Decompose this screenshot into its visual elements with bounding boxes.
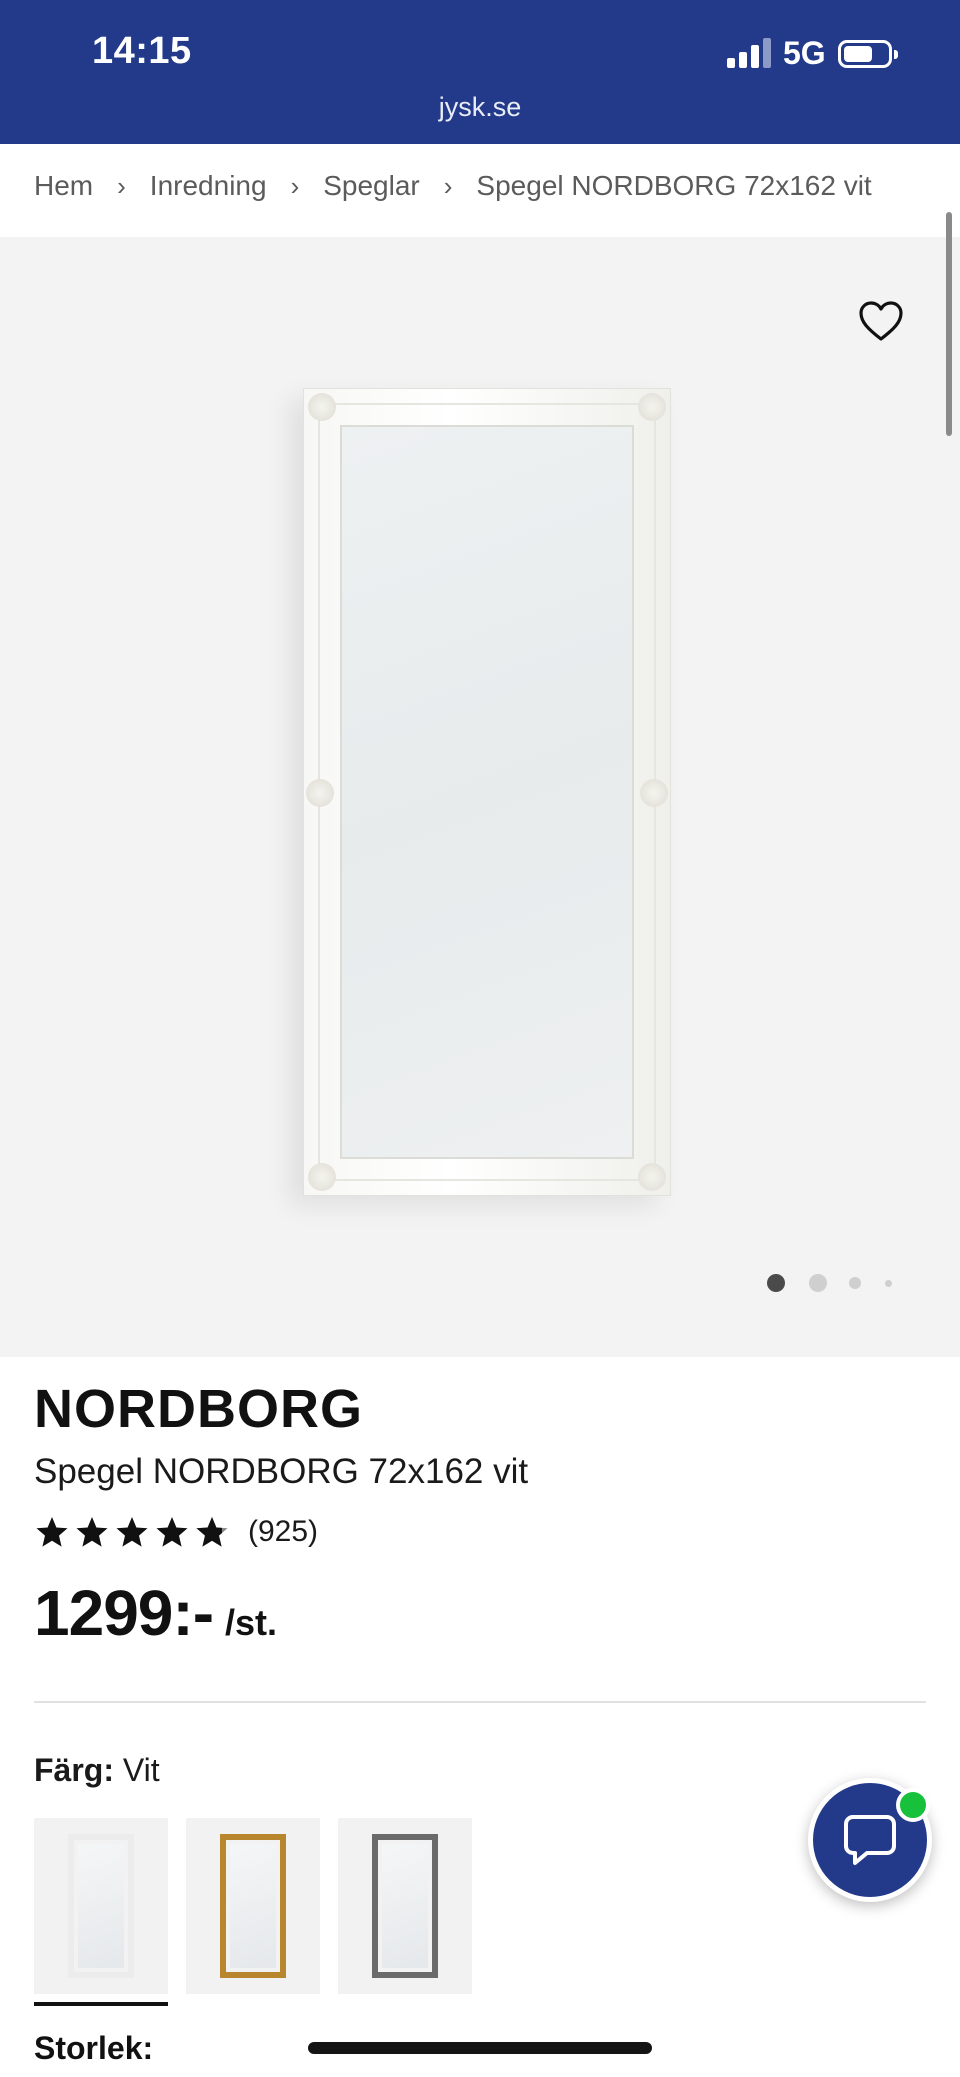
price-unit: /st. xyxy=(225,1602,278,1643)
color-label: Färg: xyxy=(34,1752,114,1788)
pagination-dot[interactable] xyxy=(885,1280,892,1287)
rating-count[interactable]: (925) xyxy=(248,1515,318,1549)
breadcrumb-speglar[interactable]: Speglar xyxy=(323,170,420,202)
product-brand: NORDBORG xyxy=(34,1379,363,1439)
product-price: 1299:- /st. xyxy=(34,1576,277,1650)
color-selector-label: Färg: Vit xyxy=(34,1752,160,1789)
chevron-right-icon: › xyxy=(117,170,126,201)
pagination-dot[interactable] xyxy=(849,1277,861,1289)
chat-bubble-icon xyxy=(844,1815,896,1865)
product-name: Spegel NORDBORG 72x162 vit xyxy=(34,1452,529,1491)
page: 14:15 5G jysk.se Hem › Inredning › Spegl… xyxy=(0,0,960,2077)
online-status-badge xyxy=(896,1788,930,1822)
pagination-dot[interactable] xyxy=(809,1274,827,1292)
size-label: Storlek: xyxy=(34,2030,154,2066)
url-bar[interactable]: jysk.se xyxy=(0,92,960,123)
status-time: 14:15 xyxy=(92,30,192,72)
battery-icon xyxy=(838,40,898,68)
breadcrumb-current: Spegel NORDBORG 72x162 vit xyxy=(476,170,872,201)
color-value: Vit xyxy=(122,1752,160,1788)
star-rating-icon xyxy=(36,1517,228,1547)
status-bar: 14:15 5G jysk.se xyxy=(0,0,960,144)
breadcrumb-inredning[interactable]: Inredning xyxy=(150,170,267,202)
chevron-right-icon: › xyxy=(290,170,300,201)
breadcrumb: Hem › Inredning › Speglar › Spegel NORDB… xyxy=(34,166,872,206)
home-indicator[interactable] xyxy=(308,2042,652,2054)
mirror-thumbnail xyxy=(220,1834,286,1978)
pagination-dot-active[interactable] xyxy=(767,1274,785,1292)
color-option-gra[interactable] xyxy=(338,1818,472,1994)
network-type: 5G xyxy=(783,35,826,71)
price-amount: 1299:- xyxy=(34,1577,214,1649)
mirror-thumbnail xyxy=(68,1834,134,1978)
divider xyxy=(34,1701,926,1703)
signal-icon xyxy=(727,38,771,68)
product-image-mirror xyxy=(303,388,671,1196)
heart-icon[interactable] xyxy=(858,300,904,342)
product-rating[interactable]: (925) xyxy=(34,1510,318,1554)
image-pagination-dots xyxy=(767,1272,897,1292)
color-option-guld[interactable] xyxy=(186,1818,320,1994)
color-option-vit[interactable] xyxy=(34,1818,168,2006)
scrollbar[interactable] xyxy=(946,212,952,436)
breadcrumb-home[interactable]: Hem xyxy=(34,170,93,202)
chevron-right-icon: › xyxy=(443,170,453,201)
mirror-thumbnail xyxy=(372,1834,438,1978)
